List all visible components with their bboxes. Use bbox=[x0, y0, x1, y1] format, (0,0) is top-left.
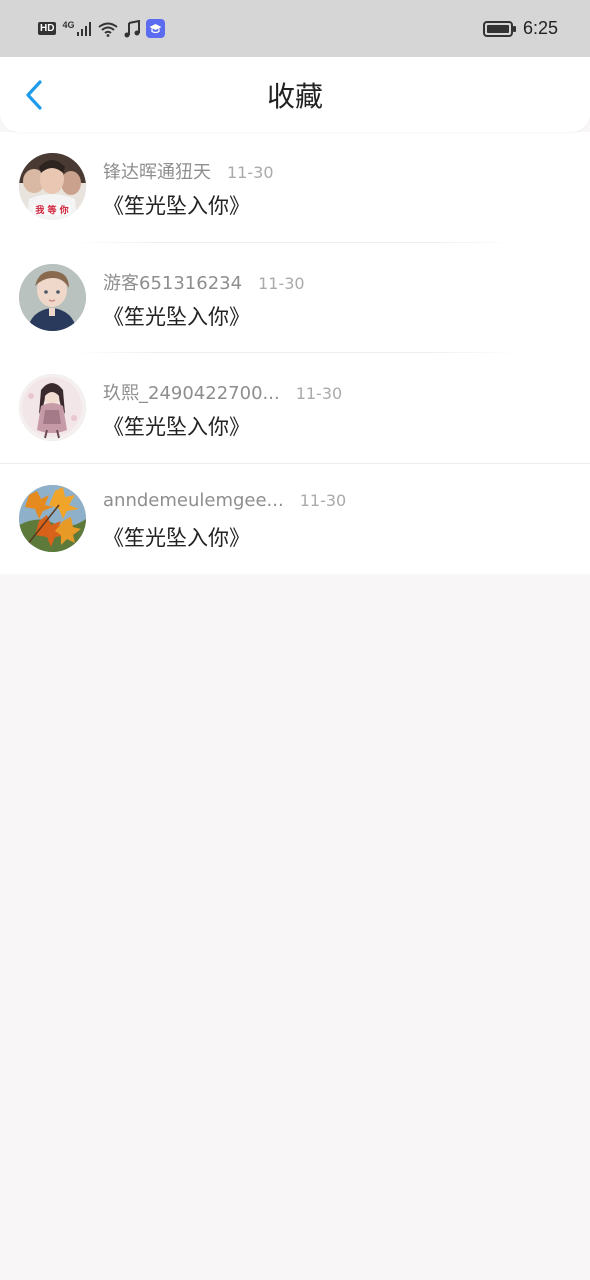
nav-bar: 收藏 bbox=[0, 57, 590, 132]
date: 11-30 bbox=[295, 384, 343, 403]
date: 11-30 bbox=[258, 273, 305, 293]
list-item[interactable]: anndemeulemgee... 11-30 《笙光坠入你》 bbox=[0, 464, 590, 575]
username: 游客651316234 bbox=[103, 272, 243, 294]
svg-text:我 等 你: 我 等 你 bbox=[35, 204, 68, 216]
avatar[interactable] bbox=[19, 484, 86, 552]
username: anndemeulemgee... bbox=[103, 489, 284, 511]
story-title: 《笙光坠入你》 bbox=[103, 415, 250, 439]
avatar[interactable] bbox=[19, 263, 86, 331]
hd-indicator: HD bbox=[38, 22, 57, 35]
list-item[interactable]: 玖熙_2490422700... 11-30 《笙光坠入你》 bbox=[0, 353, 590, 464]
username: 玖熙_2490422700... bbox=[103, 383, 280, 404]
date: 11-30 bbox=[299, 490, 347, 510]
status-time: 6:25 bbox=[522, 18, 558, 38]
story-title: 《笙光坠入你》 bbox=[103, 525, 250, 550]
network-type: 4G bbox=[62, 19, 75, 30]
item-meta: 锋达晖通狃天 11-30 bbox=[103, 158, 274, 184]
battery-icon bbox=[482, 20, 516, 37]
status-right: 6:25 bbox=[482, 18, 558, 39]
story-title: 《笙光坠入你》 bbox=[103, 194, 250, 218]
education-app-icon bbox=[146, 19, 166, 38]
username: 锋达晖通狃天 bbox=[103, 162, 211, 183]
status-bar: HD 4G 6:25 bbox=[0, 0, 590, 57]
music-icon bbox=[124, 19, 141, 37]
signal-icon bbox=[77, 21, 92, 36]
list-item[interactable]: 游客651316234 11-30 《笙光坠入你》 bbox=[0, 243, 590, 353]
avatar[interactable]: 我 等 你 bbox=[19, 153, 86, 220]
story-title: 《笙光坠入你》 bbox=[103, 304, 250, 329]
item-meta: anndemeulemgee... 11-30 bbox=[103, 490, 346, 511]
item-meta: 游客651316234 11-30 bbox=[103, 269, 305, 295]
favorites-list: 我 等 你 锋达晖通狃天 11-30 《笙光坠入你》 游客651316234 1… bbox=[0, 132, 590, 574]
avatar[interactable] bbox=[19, 374, 86, 441]
list-item[interactable]: 我 等 你 锋达晖通狃天 11-30 《笙光坠入你》 bbox=[0, 132, 590, 243]
wifi-icon bbox=[98, 22, 119, 37]
date: 11-30 bbox=[227, 163, 274, 182]
page-title: 收藏 bbox=[266, 79, 323, 113]
status-left: HD 4G bbox=[38, 19, 166, 38]
item-meta: 玖熙_2490422700... 11-30 bbox=[103, 379, 342, 405]
